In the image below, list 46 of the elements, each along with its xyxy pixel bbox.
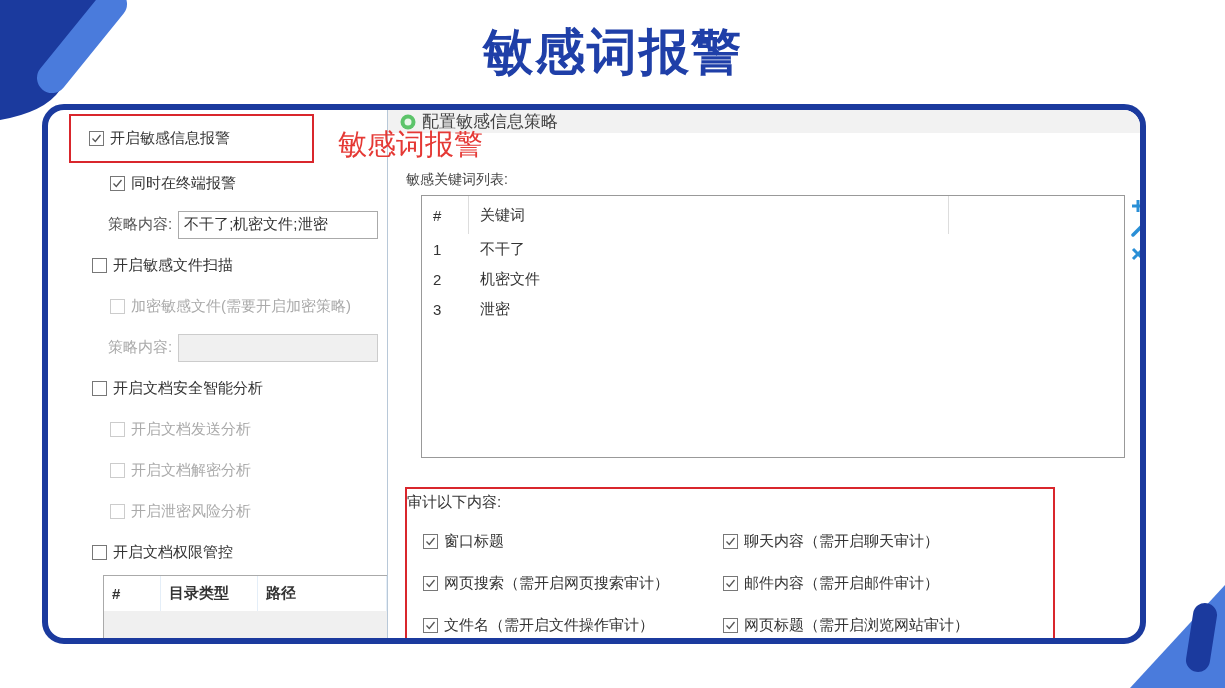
checkbox-label: 开启敏感信息报警 [110, 129, 230, 148]
checkbox-label: 文件名（需开启文件操作审计） [444, 615, 654, 635]
column-header: 路径 [258, 576, 387, 611]
checkbox[interactable] [110, 176, 125, 191]
section-label: 审计以下内容: [407, 493, 503, 512]
checkbox-label: 开启文档安全智能分析 [113, 379, 263, 398]
field-label: 策略内容: [108, 338, 173, 357]
dialog-title: 配置敏感信息策略 [422, 111, 558, 131]
slide-title: 敏感词报警 [482, 22, 743, 82]
checkbox[interactable] [92, 381, 107, 396]
checkbox[interactable] [423, 575, 438, 591]
list-label: 敏感关键词列表: [406, 171, 509, 189]
checkbox-label: 开启文档权限管控 [113, 543, 233, 562]
table-cell-text: 3 [432, 299, 443, 320]
column-header: 目录类型 [161, 576, 258, 611]
column-header: 关键词 [469, 196, 949, 234]
checkbox-label: 窗口标题 [444, 531, 504, 551]
table-cell-text: 2 [432, 269, 443, 290]
checkbox[interactable] [92, 258, 107, 273]
checkbox-label: 加密敏感文件(需要开启加密策略) [131, 297, 351, 316]
table-cell-text: 1 [432, 239, 443, 260]
table-cell-text: 不干了 [479, 238, 526, 259]
checkbox[interactable] [723, 533, 738, 549]
checkbox-label: 邮件内容（需开启邮件审计） [744, 573, 939, 593]
checkbox[interactable] [89, 131, 104, 146]
checkbox[interactable] [92, 545, 107, 560]
checkbox[interactable] [423, 617, 438, 633]
input-field[interactable]: 不干了;机密文件;泄密 [178, 210, 379, 239]
checkbox-label: 开启泄密风险分析 [131, 502, 251, 521]
checkbox-label: 聊天内容（需开启聊天审计） [744, 531, 939, 551]
checkbox[interactable] [723, 575, 738, 591]
checkbox-label: 同时在终端报警 [131, 174, 236, 193]
column-header: # [104, 576, 161, 611]
checkbox[interactable] [423, 533, 438, 549]
field-label: 策略内容: [108, 215, 173, 234]
checkbox-label: 网页标题（需开启浏览网站审计） [744, 615, 969, 635]
checkbox-label: 开启文档发送分析 [131, 420, 251, 439]
column-header: # [422, 196, 469, 234]
checkbox-label: 开启敏感文件扫描 [113, 256, 233, 275]
annotation-label: 敏感词报警 [338, 130, 483, 159]
checkbox-label: 开启文档解密分析 [131, 461, 251, 480]
table-cell-text: 机密文件 [479, 268, 541, 289]
checkbox-label: 网页搜索（需开启网页搜索审计） [444, 573, 669, 593]
table-cell-text: 泄密 [479, 298, 511, 319]
app-icon [400, 113, 416, 130]
checkbox[interactable] [723, 617, 738, 633]
